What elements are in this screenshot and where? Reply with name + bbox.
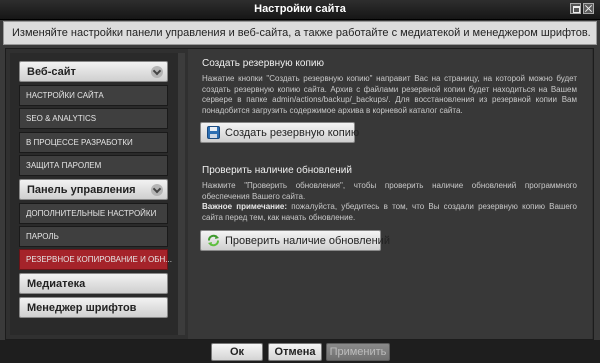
backup-section-title: Создать резервную копию bbox=[202, 58, 324, 69]
sidebar-item-in-development[interactable]: В ПРОЦЕССЕ РАЗРАБОТКИ bbox=[19, 132, 168, 153]
sidebar-item-backup-update[interactable]: РЕЗЕРВНОЕ КОПИРОВАНИЕ И ОБН... bbox=[19, 249, 172, 270]
updates-description: Нажмите "Проверить обновления", чтобы пр… bbox=[202, 181, 577, 201]
sidebar-item-site-settings[interactable]: НАСТРОЙКИ САЙТА bbox=[19, 85, 168, 106]
refresh-arrows-icon bbox=[208, 234, 219, 247]
updates-section-text: Нажмите "Проверить обновления", чтобы пр… bbox=[202, 181, 577, 223]
sidebar-item-label: В ПРОЦЕССЕ РАЗРАБОТКИ bbox=[26, 138, 133, 147]
close-icon[interactable] bbox=[583, 3, 594, 14]
sidebar-item-label: РЕЗЕРВНОЕ КОПИРОВАНИЕ И ОБН... bbox=[26, 255, 172, 264]
create-backup-button[interactable]: Создать резервную копию bbox=[200, 122, 359, 143]
info-bar: Изменяйте настройки панели управления и … bbox=[3, 21, 597, 45]
sidebar-group-font-manager[interactable]: Менеджер шрифтов bbox=[19, 297, 168, 318]
footer-bar: Ок Отмена Применить bbox=[0, 340, 600, 363]
sidebar-item-advanced-settings[interactable]: ДОПОЛНИТЕЛЬНЫЕ НАСТРОЙКИ bbox=[19, 203, 168, 224]
chevron-down-icon bbox=[151, 184, 163, 196]
settings-window: Настройки сайта Изменяйте настройки пане… bbox=[0, 0, 600, 363]
sidebar-group-label: Панель управления bbox=[27, 184, 136, 196]
apply-button[interactable]: Применить bbox=[326, 343, 390, 361]
sidebar-item-label: ЗАЩИТА ПАРОЛЕМ bbox=[26, 161, 102, 170]
create-backup-button-label: Создать резервную копию bbox=[225, 127, 360, 139]
main-panel: Веб-сайт НАСТРОЙКИ САЙТА SEO & ANALYTICS… bbox=[5, 48, 594, 340]
sidebar-item-label: ДОПОЛНИТЕЛЬНЫЕ НАСТРОЙКИ bbox=[26, 209, 157, 218]
ok-button[interactable]: Ок bbox=[211, 343, 263, 361]
sidebar-group-website[interactable]: Веб-сайт bbox=[19, 61, 168, 82]
floppy-disk-icon bbox=[207, 126, 220, 139]
sidebar-group-label: Веб-сайт bbox=[27, 66, 76, 78]
sidebar-scrollbar[interactable] bbox=[178, 53, 185, 335]
sidebar-group-label: Менеджер шрифтов bbox=[27, 302, 137, 314]
sidebar-item-password[interactable]: ПАРОЛЬ bbox=[19, 226, 168, 247]
sidebar-group-label: Медиатека bbox=[27, 278, 86, 290]
apply-button-label: Применить bbox=[329, 346, 387, 358]
window-title: Настройки сайта bbox=[254, 3, 346, 15]
sidebar-item-password-protection[interactable]: ЗАЩИТА ПАРОЛЕМ bbox=[19, 155, 168, 176]
sidebar-item-label: SEO & ANALYTICS bbox=[26, 114, 97, 123]
sidebar-item-label: ПАРОЛЬ bbox=[26, 232, 59, 241]
updates-section-title: Проверить наличие обновлений bbox=[202, 165, 352, 176]
sidebar: Веб-сайт НАСТРОЙКИ САЙТА SEO & ANALYTICS… bbox=[10, 53, 185, 335]
important-note-label: Важное примечание: bbox=[202, 202, 288, 211]
sidebar-item-seo[interactable]: SEO & ANALYTICS bbox=[19, 108, 168, 129]
cancel-button-label: Отмена bbox=[274, 346, 316, 358]
chevron-down-icon bbox=[151, 66, 163, 78]
cancel-button[interactable]: Отмена bbox=[268, 343, 322, 361]
backup-section-text: Нажатие кнопки "Создать резервную копию"… bbox=[202, 74, 577, 115]
sidebar-item-label: НАСТРОЙКИ САЙТА bbox=[26, 91, 104, 100]
info-text: Изменяйте настройки панели управления и … bbox=[12, 27, 591, 39]
ok-button-label: Ок bbox=[229, 346, 245, 358]
check-updates-button[interactable]: Проверить наличие обновлений bbox=[200, 230, 390, 251]
check-updates-button-label: Проверить наличие обновлений bbox=[225, 235, 390, 247]
maximize-icon[interactable] bbox=[570, 3, 581, 14]
title-bar: Настройки сайта bbox=[0, 0, 600, 20]
content-area: Создать резервную копию Нажатие кнопки "… bbox=[188, 49, 592, 339]
sidebar-group-media-library[interactable]: Медиатека bbox=[19, 273, 168, 294]
sidebar-group-control-panel[interactable]: Панель управления bbox=[19, 179, 168, 200]
